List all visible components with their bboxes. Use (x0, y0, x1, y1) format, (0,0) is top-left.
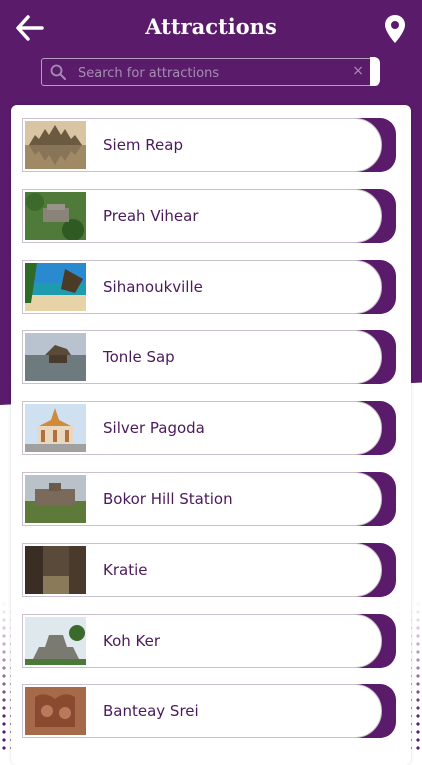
search-input[interactable] (76, 61, 350, 85)
attractions-list: Siem Reap Preah Vihear Sihanoukville Ton… (22, 118, 396, 755)
list-item[interactable]: Tonle Sap (22, 330, 396, 385)
list-item[interactable]: Sihanoukville (22, 259, 396, 314)
list-item[interactable]: Siem Reap (22, 118, 396, 172)
app-header: Attractions (0, 0, 422, 58)
item-card: Siem Reap (22, 118, 382, 172)
item-card: Silver Pagoda (22, 401, 382, 456)
item-label: Tonle Sap (103, 348, 175, 367)
thumbnail-siem-reap (25, 121, 86, 169)
item-card: Kratie (22, 542, 382, 597)
item-label: Banteay Srei (103, 702, 199, 721)
map-pin-icon (385, 15, 405, 43)
location-button[interactable] (384, 14, 406, 44)
thumbnail-tonle-sap (25, 333, 86, 382)
item-card: Sihanoukville (22, 259, 382, 314)
item-card: Preah Vihear (22, 188, 382, 243)
item-label: Sihanoukville (103, 277, 203, 296)
list-item[interactable]: Banteay Srei (22, 684, 396, 739)
search-bar-end-cap (370, 57, 380, 86)
thumbnail-silver-pagoda (25, 404, 86, 453)
list-item[interactable]: Bokor Hill Station (22, 471, 396, 526)
thumbnail-kratie (25, 545, 86, 594)
thumbnail-koh-ker (25, 616, 86, 665)
item-label: Silver Pagoda (103, 419, 205, 438)
thumbnail-sihanoukville (25, 262, 86, 311)
item-label: Preah Vihear (103, 206, 199, 225)
thumbnail-bokor-hill-station (25, 474, 86, 523)
thumbnail-banteay-srei (25, 687, 86, 736)
clear-search-button[interactable]: × (352, 63, 364, 79)
list-item[interactable]: Koh Ker (22, 613, 396, 668)
list-item[interactable]: Kratie (22, 542, 396, 597)
item-card: Banteay Srei (22, 684, 382, 739)
item-label: Koh Ker (103, 631, 161, 650)
item-label: Siem Reap (103, 136, 183, 154)
item-label: Kratie (103, 560, 148, 579)
page-title: Attractions (145, 14, 277, 39)
search-bar: × (41, 57, 380, 86)
search-icon (50, 64, 66, 80)
thumbnail-preah-vihear (25, 191, 86, 240)
item-card: Koh Ker (22, 613, 382, 668)
item-card: Bokor Hill Station (22, 471, 382, 526)
list-item[interactable]: Silver Pagoda (22, 401, 396, 456)
item-card: Tonle Sap (22, 330, 382, 385)
item-label: Bokor Hill Station (103, 489, 233, 508)
list-item[interactable]: Preah Vihear (22, 188, 396, 243)
